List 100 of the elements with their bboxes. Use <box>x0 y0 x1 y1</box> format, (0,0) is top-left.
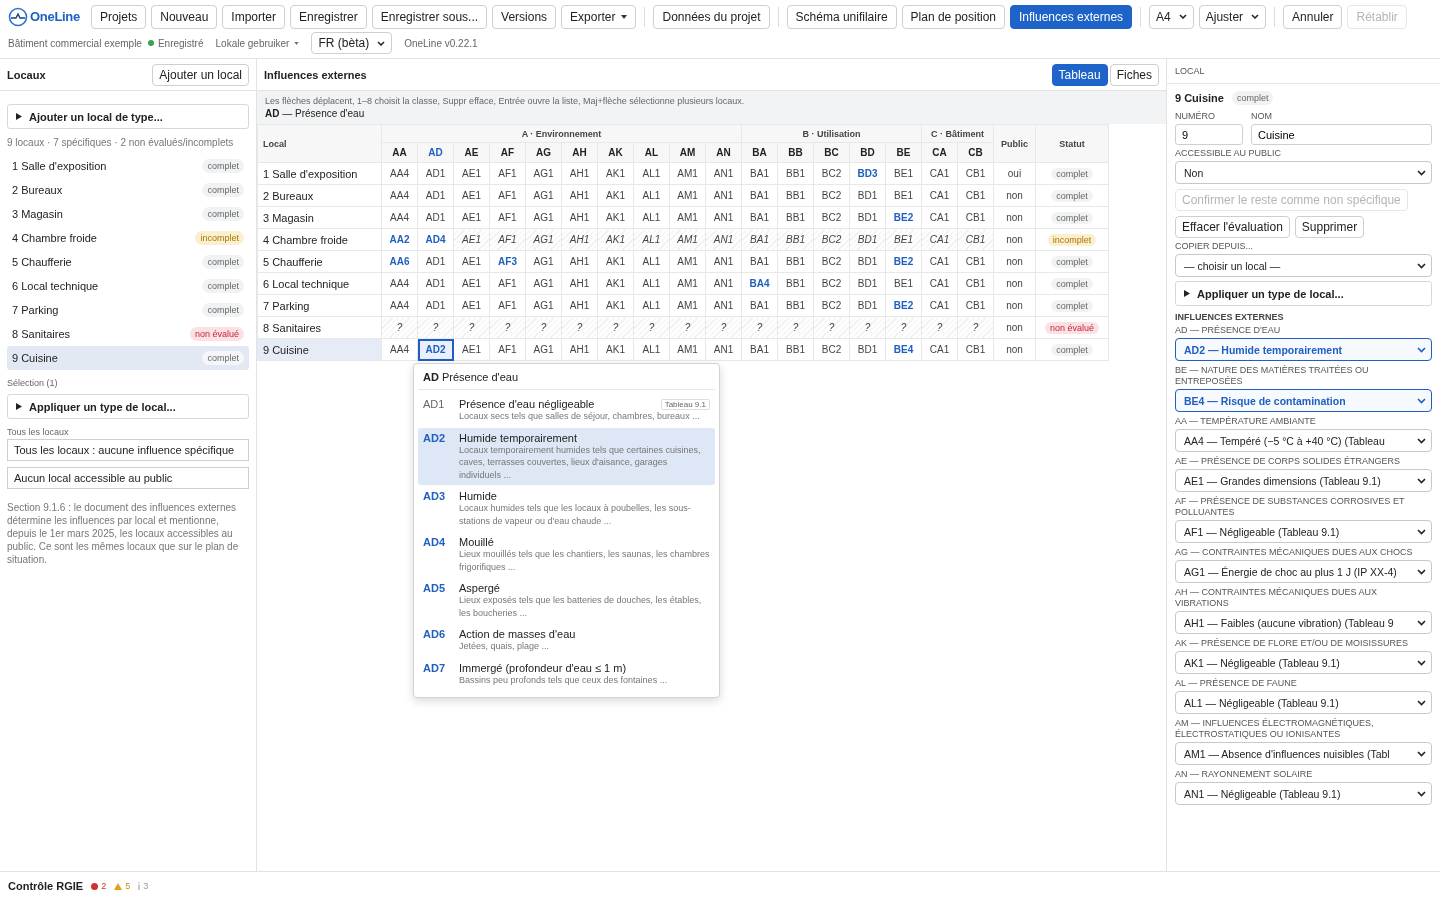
table-cell[interactable]: BE1 <box>885 184 922 207</box>
table-cell[interactable]: AL1 <box>633 250 670 273</box>
table-cell[interactable]: AN1 <box>705 250 742 273</box>
table-cell[interactable]: AE1 <box>453 294 490 317</box>
dropdown-option[interactable]: AD1 Présence d'eau négligeable Tableau 9.1 Locaux secs tels que salles de séjour, chambres, bureaux ... <box>418 394 715 427</box>
table-cell[interactable]: BB1 <box>777 184 814 207</box>
table-cell[interactable]: BD3 <box>849 162 886 185</box>
table-cell[interactable]: AF1 <box>489 272 526 295</box>
table-cell[interactable]: 4 Chambre froide <box>257 228 382 251</box>
table-cell[interactable]: AA4 <box>381 294 418 317</box>
table-cell[interactable]: BD1 <box>849 294 886 317</box>
room-list-item[interactable]: 3 Magasin complet <box>7 202 249 226</box>
table-cell[interactable]: BC2 <box>813 184 850 207</box>
table-cell[interactable]: AH1 <box>561 184 598 207</box>
toolbar-button[interactable]: Enregistrer <box>290 4 367 29</box>
dropdown-option[interactable]: AD4 Mouillé Lieux mouillés tels que les chantiers, les saunas, les chambres frigorifiques ... <box>418 532 715 577</box>
table-cell[interactable]: 7 Parking <box>257 294 382 317</box>
table-cell[interactable]: AE1 <box>453 162 490 185</box>
table-cell[interactable]: AK1 <box>597 162 634 185</box>
view-tab[interactable]: Schéma unifilaire <box>786 4 897 29</box>
table-cell[interactable]: AL1 <box>633 184 670 207</box>
table-cell[interactable]: 3 Magasin <box>257 206 382 229</box>
table-cell[interactable]: AH1 <box>561 338 598 361</box>
table-cell[interactable]: BA1 <box>741 162 778 185</box>
table-cell[interactable]: AN1 <box>705 294 742 317</box>
table-cell[interactable]: CB1 <box>957 272 994 295</box>
table-cell[interactable]: AM1 <box>669 162 706 185</box>
table-cell[interactable]: BC2 <box>813 294 850 317</box>
table-cell[interactable]: CB1 <box>957 162 994 185</box>
table-cell[interactable]: AM1 <box>669 338 706 361</box>
influence-select[interactable]: AM1 — Absence d'influences nuisibles (Tabl <box>1175 742 1432 765</box>
disclosure-button[interactable]: Ajouter un local de type... <box>7 104 249 129</box>
table-cell[interactable]: AH1 <box>561 272 598 295</box>
table-cell[interactable]: BE1 <box>885 272 922 295</box>
table-cell[interactable]: BE2 <box>885 206 922 229</box>
table-cell[interactable]: BB1 <box>777 162 814 185</box>
room-list-item[interactable]: 6 Local technique complet <box>7 274 249 298</box>
toolbar-button[interactable]: Nouveau <box>151 4 218 29</box>
delete-button[interactable]: Supprimer <box>1294 216 1365 238</box>
table-cell[interactable]: AL1 <box>633 206 670 229</box>
table-cell[interactable]: CA1 <box>921 184 958 207</box>
table-cell[interactable]: AD1 <box>417 294 454 317</box>
toolbar-button[interactable]: Enregistrer sous... <box>371 4 488 29</box>
table-cell[interactable]: AN1 <box>705 272 742 295</box>
table-cell[interactable]: BC2 <box>813 206 850 229</box>
disclosure-button[interactable]: Appliquer un type de local... <box>7 394 249 419</box>
toolbar-button[interactable]: Projets <box>90 4 147 29</box>
table-cell[interactable]: BB1 <box>777 250 814 273</box>
table-cell[interactable]: AE1 <box>453 206 490 229</box>
table-cell[interactable]: AD1 <box>417 184 454 207</box>
table-cell[interactable]: AL1 <box>633 272 670 295</box>
number-input[interactable]: 9 <box>1175 124 1243 145</box>
bulk-action-button[interactable]: Aucun local accessible au public <box>7 467 249 489</box>
room-list-item[interactable]: 9 Cuisine complet <box>7 346 249 370</box>
clear-button[interactable]: Effacer l'évaluation <box>1175 216 1290 238</box>
table-cell[interactable]: AM1 <box>669 272 706 295</box>
table-cell[interactable]: CA1 <box>921 272 958 295</box>
dropdown-option[interactable]: AD6 Action de masses d'eau Jetées, quais, plage ... <box>418 624 715 657</box>
influence-select[interactable]: AG1 — Énergie de choc au plus 1 J (IP XX-4) <box>1175 560 1432 583</box>
table-cell[interactable]: BD1 <box>849 250 886 273</box>
room-list-item[interactable]: 5 Chaufferie complet <box>7 250 249 274</box>
toolbar-button[interactable]: Annuler <box>1283 4 1343 29</box>
influence-select[interactable]: AD2 — Humide temporairement <box>1175 338 1432 361</box>
table-cell[interactable]: AF1 <box>489 162 526 185</box>
table-cell[interactable]: AG1 <box>525 294 562 317</box>
table-cell[interactable]: BD1 <box>849 272 886 295</box>
bulk-action-button[interactable]: Tous les locaux : aucune influence spécifique <box>7 439 249 461</box>
table-cell[interactable]: CB1 <box>957 250 994 273</box>
view-tab[interactable]: Plan de position <box>901 4 1005 29</box>
table-cell[interactable]: AA4 <box>381 272 418 295</box>
room-list-item[interactable]: 2 Bureaux complet <box>7 178 249 202</box>
table-cell[interactable]: 2 Bureaux <box>257 184 382 207</box>
table-cell[interactable]: CB1 <box>957 338 994 361</box>
table-cell[interactable]: CA1 <box>921 338 958 361</box>
influence-select[interactable]: AL1 — Négligeable (Tableau 9.1) <box>1175 691 1432 714</box>
table-cell[interactable]: AF1 <box>489 294 526 317</box>
menu-button[interactable]: Exporter <box>561 4 637 29</box>
table-cell[interactable]: AG1 <box>525 250 562 273</box>
table-cell[interactable]: CB1 <box>957 184 994 207</box>
table-cell[interactable]: CA1 <box>921 294 958 317</box>
table-cell[interactable]: AL1 <box>633 294 670 317</box>
copy-select[interactable]: — choisir un local — <box>1175 254 1432 277</box>
table-cell[interactable]: AN1 <box>705 162 742 185</box>
add-room-button[interactable]: Ajouter un local <box>152 63 249 86</box>
influence-select[interactable]: AH1 — Faibles (aucune vibration) (Tableau 9 <box>1175 611 1432 634</box>
table-cell[interactable]: AG1 <box>525 338 562 361</box>
table-cell[interactable]: CA1 <box>921 206 958 229</box>
user-menu[interactable]: Lokale gebruiker <box>215 37 300 49</box>
table-cell[interactable]: AM1 <box>669 184 706 207</box>
table-cell[interactable]: AA2 <box>381 228 418 251</box>
table-cell[interactable]: AK1 <box>597 294 634 317</box>
room-list-item[interactable]: 1 Salle d'exposition complet <box>7 154 249 178</box>
table-cell[interactable]: AE1 <box>453 272 490 295</box>
dropdown-select[interactable]: A4 <box>1149 4 1194 29</box>
table-cell[interactable]: AK1 <box>597 338 634 361</box>
influence-select[interactable]: AE1 — Grandes dimensions (Tableau 9.1) <box>1175 469 1432 492</box>
table-cell[interactable]: AA4 <box>381 184 418 207</box>
table-cell[interactable]: BB1 <box>777 338 814 361</box>
table-cell[interactable]: BA1 <box>741 206 778 229</box>
table-cell[interactable]: AK1 <box>597 184 634 207</box>
